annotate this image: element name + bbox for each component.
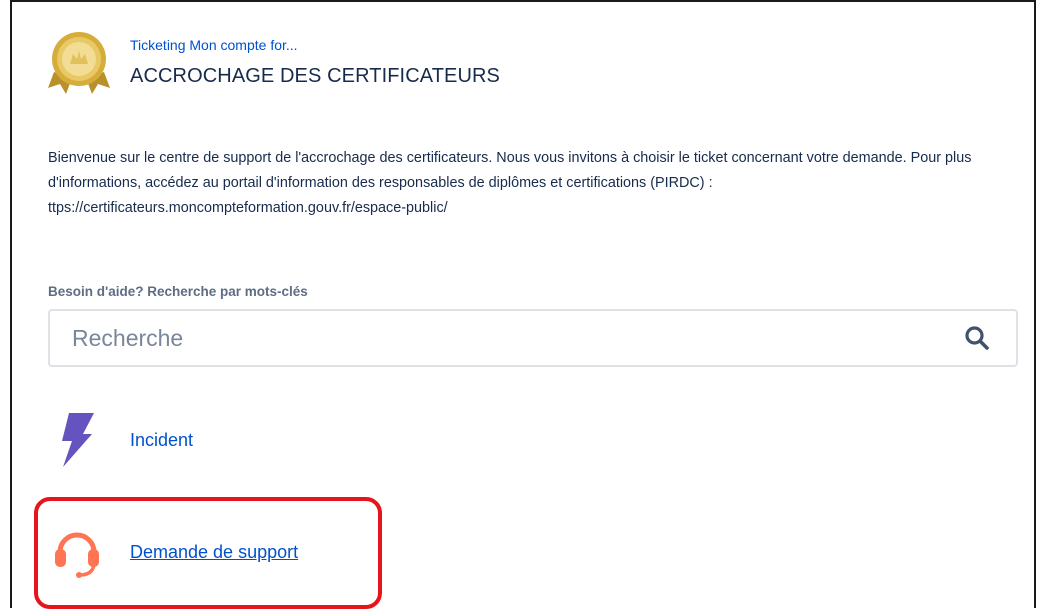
highlight-annotation xyxy=(34,497,382,609)
gold-medal-icon xyxy=(48,28,110,98)
search-input[interactable] xyxy=(50,311,964,365)
portal-description: Bienvenue sur le centre de support de l'… xyxy=(48,150,972,216)
portal-header: Ticketing Mon compte for... ACCROCHAGE D… xyxy=(48,28,500,98)
request-type-label[interactable]: Incident xyxy=(130,430,193,451)
search-icon[interactable] xyxy=(964,325,990,351)
search-label: Besoin d'aide? Recherche par mots-clés xyxy=(48,284,308,299)
search-box xyxy=(48,309,1018,367)
breadcrumb-link[interactable]: Ticketing Mon compte for... xyxy=(130,36,500,54)
request-type-incident[interactable]: Incident xyxy=(52,412,193,468)
lightning-icon xyxy=(52,412,102,468)
page-title: ACCROCHAGE DES CERTIFICATEURS xyxy=(130,65,500,87)
